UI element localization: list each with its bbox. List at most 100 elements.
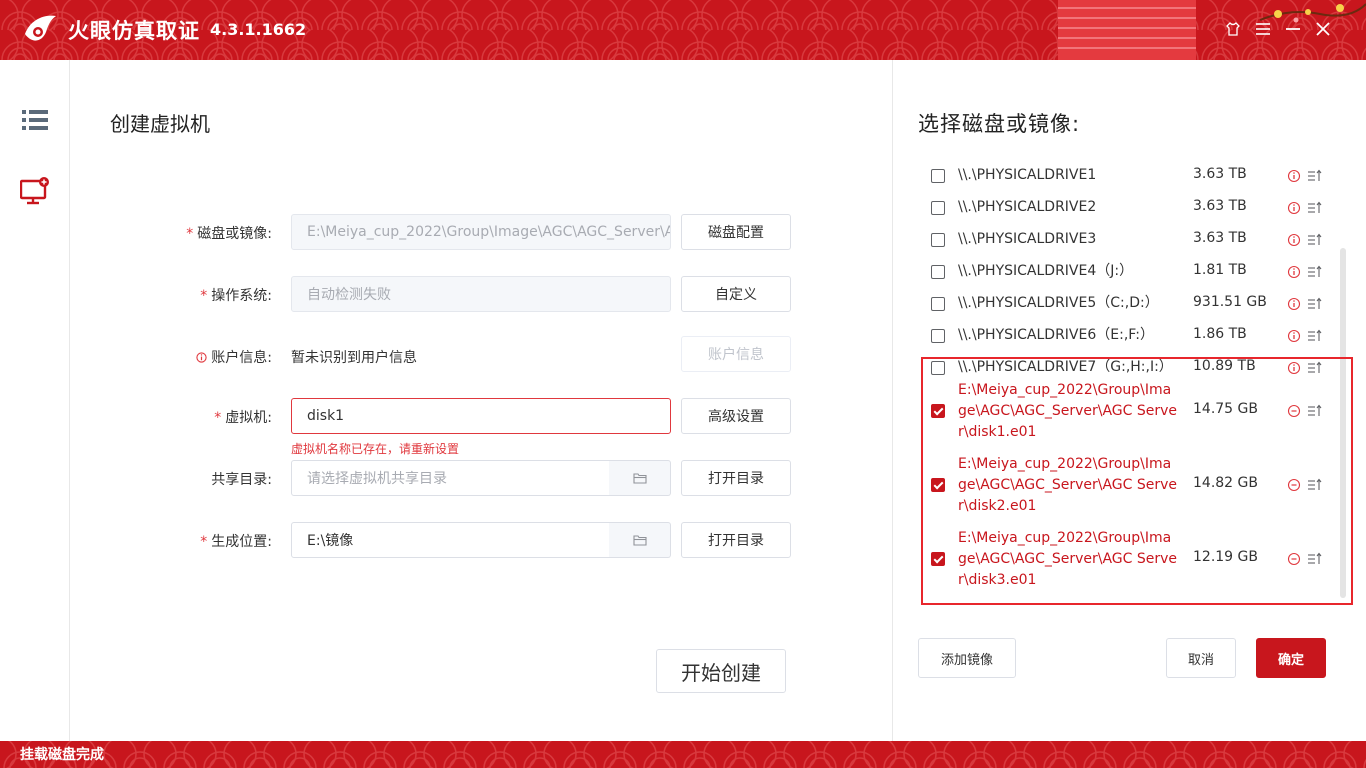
sort-icon[interactable] — [1307, 233, 1323, 247]
disk-list-item[interactable]: E:\Meiya_cup_2022\Group\Image\AGC\AGC_Se… — [920, 454, 1340, 520]
info-icon[interactable] — [1287, 233, 1301, 247]
sort-icon[interactable] — [1307, 265, 1323, 279]
output-folder-icon[interactable] — [609, 522, 671, 558]
disk-name: E:\Meiya_cup_2022\Group\Image\AGC\AGC_Se… — [958, 382, 1178, 440]
info-icon[interactable] — [1287, 297, 1301, 311]
open-output-dir-button[interactable]: 打开目录 — [681, 522, 791, 558]
status-text: 挂载磁盘完成 — [20, 747, 104, 763]
disk-list-item[interactable]: E:\Meiya_cup_2022\Group\Image\AGC\AGC_Se… — [920, 380, 1340, 446]
wave-pattern-background — [0, 741, 1366, 768]
disk-name: \\.\PHYSICALDRIVE4（J:） — [958, 263, 1134, 279]
sort-icon[interactable] — [1307, 169, 1323, 183]
disk-checkbox[interactable] — [931, 478, 945, 492]
vm-name-input[interactable]: disk1 — [291, 398, 671, 434]
cancel-button[interactable]: 取消 — [1166, 638, 1236, 678]
sort-icon[interactable] — [1307, 201, 1323, 215]
disk-list-item[interactable]: \\.\PHYSICALDRIVE6（E:,F:） 1.86 TB — [920, 326, 1340, 346]
list-icon[interactable] — [20, 106, 50, 136]
disk-checkbox[interactable] — [931, 265, 945, 279]
disk-checkbox[interactable] — [931, 361, 945, 375]
info-icon[interactable] — [1287, 361, 1301, 375]
disk-size: 1.81 TB — [1193, 262, 1247, 278]
custom-os-button[interactable]: 自定义 — [681, 276, 791, 312]
os-field[interactable]: 自动检测失败 — [291, 276, 671, 312]
disk-list-item[interactable]: \\.\PHYSICALDRIVE3 3.63 TB — [920, 230, 1340, 250]
virtual-machine-icon[interactable] — [20, 176, 50, 206]
disk-name: \\.\PHYSICALDRIVE2 — [958, 199, 1097, 215]
close-icon[interactable] — [1312, 18, 1334, 40]
confirm-button[interactable]: 确定 — [1256, 638, 1326, 678]
disk-label: * 磁盘或镜像: — [186, 226, 272, 242]
disk-list-item[interactable]: \\.\PHYSICALDRIVE2 3.63 TB — [920, 198, 1340, 218]
disk-list-scrollbar[interactable] — [1340, 248, 1346, 598]
sort-icon[interactable] — [1307, 404, 1323, 418]
lantern-decoration — [1058, 0, 1196, 60]
disk-name: \\.\PHYSICALDRIVE1 — [958, 167, 1097, 183]
remove-icon[interactable] — [1287, 552, 1301, 566]
app-version: 4.3.1.1662 — [210, 20, 307, 39]
disk-size: 12.19 GB — [1193, 549, 1258, 565]
disk-checkbox[interactable] — [931, 297, 945, 311]
sort-icon[interactable] — [1307, 552, 1323, 566]
disk-name: \\.\PHYSICALDRIVE5（C:,D:） — [958, 295, 1159, 311]
disk-size: 3.63 TB — [1193, 230, 1247, 246]
disk-path-field[interactable]: E:\Meiya_cup_2022\Group\Image\AGC\AGC_Se… — [291, 214, 671, 250]
disk-size: 1.86 TB — [1193, 326, 1247, 342]
info-icon[interactable] — [1287, 201, 1301, 215]
advanced-settings-button[interactable]: 高级设置 — [681, 398, 791, 434]
disk-config-button[interactable]: 磁盘配置 — [681, 214, 791, 250]
remove-icon[interactable] — [1287, 404, 1301, 418]
page-title: 创建虚拟机 — [110, 112, 210, 136]
status-bar: 挂载磁盘完成 — [0, 741, 1366, 768]
disk-checkbox[interactable] — [931, 329, 945, 343]
share-label: 共享目录: — [211, 472, 272, 488]
account-label: 账户信息: — [72, 347, 272, 367]
disk-size: 14.75 GB — [1193, 401, 1258, 417]
disk-name: \\.\PHYSICALDRIVE6（E:,F:） — [958, 327, 1154, 343]
share-folder-icon[interactable] — [609, 460, 671, 496]
vm-name-error: 虚拟机名称已存在，请重新设置 — [291, 442, 460, 456]
sort-icon[interactable] — [1307, 329, 1323, 343]
info-icon[interactable] — [1287, 329, 1301, 343]
disk-size: 931.51 GB — [1193, 294, 1267, 310]
app-title: 火眼仿真取证 — [68, 19, 200, 43]
disk-name: \\.\PHYSICALDRIVE7（G:,H:,I:） — [958, 359, 1173, 375]
title-bar: 火眼仿真取证 4.3.1.1662 — [0, 0, 1366, 60]
remove-icon[interactable] — [1287, 478, 1301, 492]
minimize-icon[interactable] — [1282, 18, 1304, 40]
disk-checkbox[interactable] — [931, 169, 945, 183]
start-create-button[interactable]: 开始创建 — [656, 649, 786, 693]
output-path-input[interactable]: E:\镜像 — [291, 522, 610, 558]
sidebar — [0, 60, 70, 741]
panel-divider — [892, 60, 893, 741]
disk-size: 3.63 TB — [1193, 166, 1247, 182]
skin-icon[interactable] — [1222, 18, 1244, 40]
menu-icon[interactable] — [1252, 18, 1274, 40]
disk-name: \\.\PHYSICALDRIVE3 — [958, 231, 1097, 247]
sort-icon[interactable] — [1307, 297, 1323, 311]
disk-checkbox[interactable] — [931, 552, 945, 566]
info-icon[interactable] — [1287, 265, 1301, 279]
disk-panel-title: 选择磁盘或镜像: — [918, 112, 1081, 136]
output-label: * 生成位置: — [200, 534, 272, 550]
open-share-dir-button[interactable]: 打开目录 — [681, 460, 791, 496]
disk-checkbox[interactable] — [931, 233, 945, 247]
disk-checkbox[interactable] — [931, 201, 945, 215]
vm-label: * 虚拟机: — [214, 410, 272, 426]
disk-list-item[interactable]: E:\Meiya_cup_2022\Group\Image\AGC\AGC_Se… — [920, 528, 1340, 594]
disk-list-item[interactable]: \\.\PHYSICALDRIVE5（C:,D:） 931.51 GB — [920, 294, 1340, 314]
disk-size: 10.89 TB — [1193, 358, 1256, 374]
disk-name: E:\Meiya_cup_2022\Group\Image\AGC\AGC_Se… — [958, 530, 1178, 588]
add-image-button[interactable]: 添加镜像 — [918, 638, 1016, 678]
disk-checkbox[interactable] — [931, 404, 945, 418]
account-info-button[interactable]: 账户信息 — [681, 336, 791, 372]
sort-icon[interactable] — [1307, 361, 1323, 375]
disk-list-item[interactable]: \\.\PHYSICALDRIVE7（G:,H:,I:） 10.89 TB — [920, 358, 1340, 378]
disk-list-item[interactable]: \\.\PHYSICALDRIVE1 3.63 TB — [920, 166, 1340, 186]
disk-list-item[interactable]: \\.\PHYSICALDRIVE4（J:） 1.81 TB — [920, 262, 1340, 282]
share-dir-input[interactable]: 请选择虚拟机共享目录 — [291, 460, 610, 496]
info-icon[interactable] — [1287, 169, 1301, 183]
sort-icon[interactable] — [1307, 478, 1323, 492]
info-icon — [196, 352, 207, 363]
disk-name: E:\Meiya_cup_2022\Group\Image\AGC\AGC_Se… — [958, 456, 1178, 514]
